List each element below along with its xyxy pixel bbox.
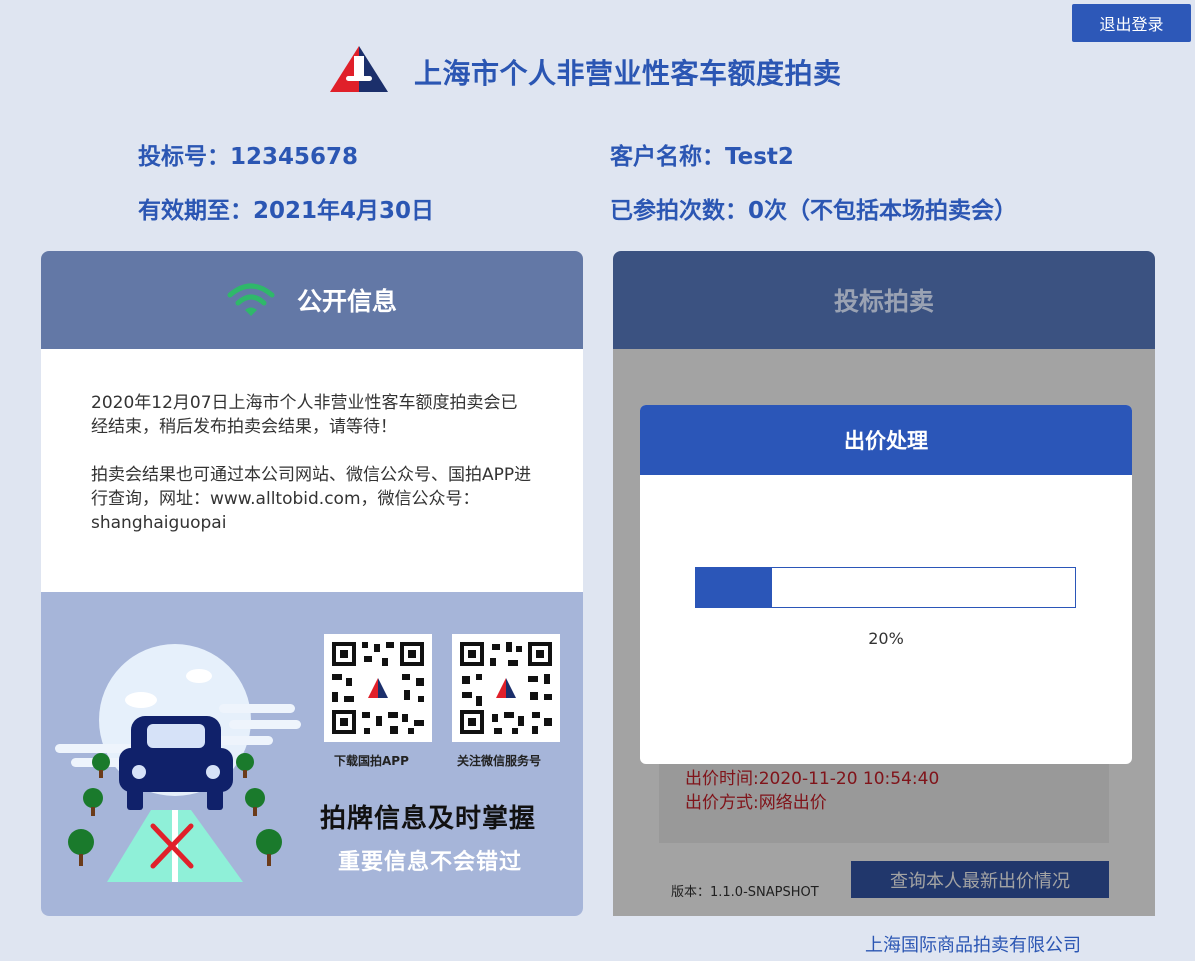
- bid-number: 投标号：12345678: [138, 144, 359, 170]
- wifi-icon: [227, 283, 275, 316]
- participation-count: 已参拍次数：0次（不包括本场拍卖会）: [610, 198, 1018, 224]
- bid-processing-modal: 出价处理 20%: [640, 405, 1132, 764]
- progress-bar: [695, 567, 1076, 608]
- app-qr-caption: 下载国拍APP: [334, 754, 409, 768]
- auction-logo-icon: [330, 46, 388, 92]
- public-info-header: 公开信息: [41, 251, 583, 349]
- page-title: 上海市个人非营业性客车额度拍卖: [414, 57, 842, 90]
- car-road-illustration: [55, 644, 301, 882]
- slogan-main: 拍牌信息及时掌握: [320, 804, 537, 834]
- progress-percent: 20%: [868, 629, 904, 648]
- bidding-title: 投标拍卖: [833, 287, 934, 316]
- wechat-qr-code: [452, 634, 560, 742]
- modal-title: 出价处理: [640, 405, 1132, 475]
- public-info-panel: 公开信息 2020年12月07日上海市个人非营业性客车额度拍卖会已经结束，稍后发…: [41, 251, 583, 916]
- company-name: 上海国际商品拍卖有限公司: [865, 935, 1081, 956]
- valid-until: 有效期至：2021年4月30日: [138, 198, 435, 224]
- public-info-title: 公开信息: [296, 287, 397, 316]
- app-qr-code: [324, 634, 432, 742]
- notice-text: 2020年12月07日上海市个人非营业性客车额度拍卖会已经结束，稍后发布拍卖会结…: [41, 349, 583, 592]
- slogan-sub: 重要信息不会错过: [338, 850, 523, 875]
- logout-button[interactable]: 退出登录: [1072, 4, 1191, 42]
- bidding-header: 投标拍卖: [613, 251, 1155, 349]
- notice-paragraph-2: 拍卖会结果也可通过本公司网站、微信公众号、国拍APP进行查询，网址：www.al…: [91, 465, 532, 533]
- progress-fill: [696, 568, 772, 607]
- customer-name: 客户名称：Test2: [610, 144, 794, 170]
- wechat-qr-caption: 关注微信服务号: [457, 754, 542, 768]
- promo-banner: 下载国拍APP 关注微信服务号 拍牌信息及时掌握 重要信息不会错过: [41, 592, 583, 916]
- notice-paragraph-1: 2020年12月07日上海市个人非营业性客车额度拍卖会已经结束，稍后发布拍卖会结…: [91, 393, 518, 437]
